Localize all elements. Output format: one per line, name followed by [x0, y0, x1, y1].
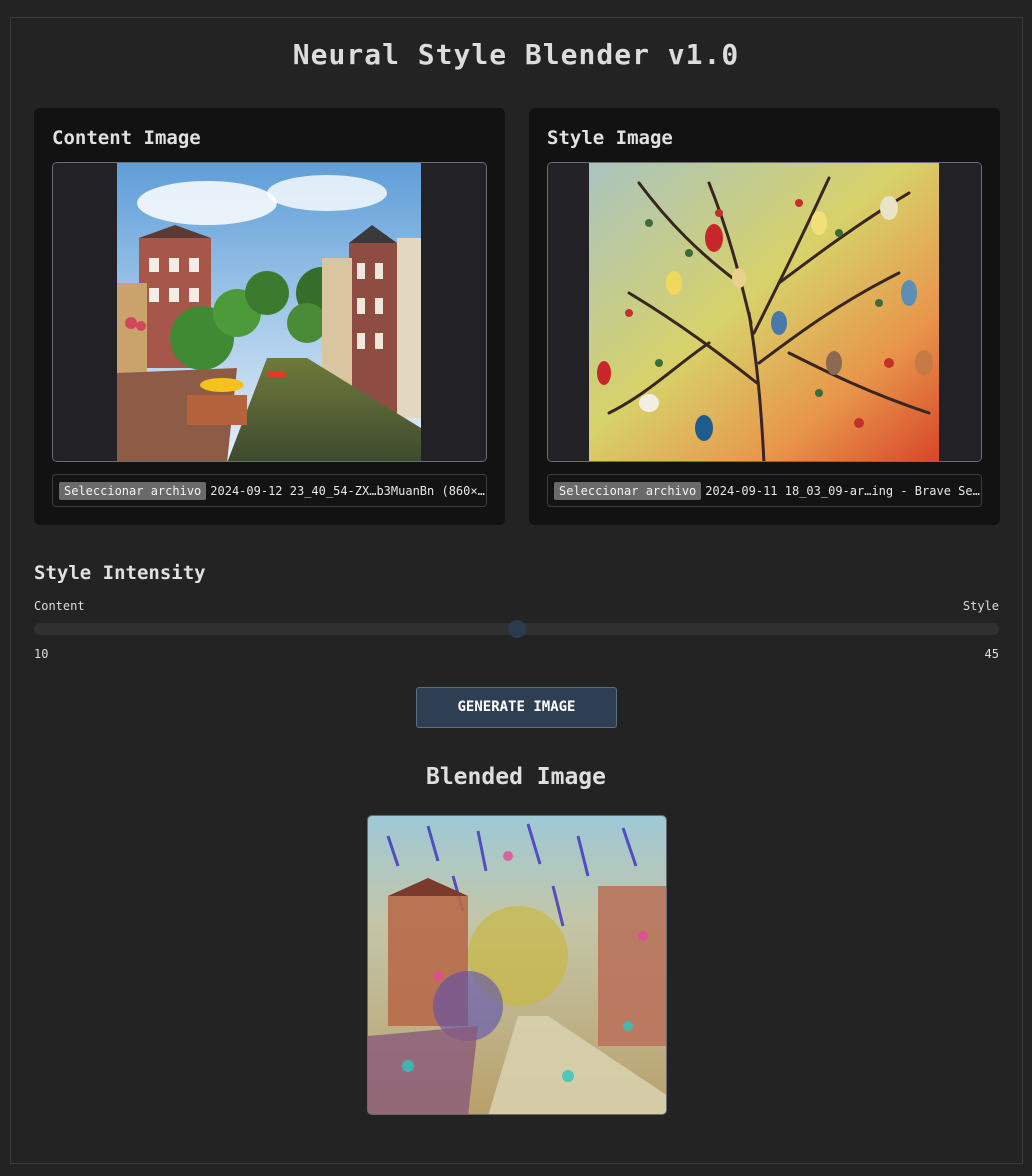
slider-left-value: 10: [34, 647, 49, 661]
slider-left-label: Content: [34, 599, 85, 613]
canal-photo-image: [53, 163, 486, 461]
style-file-input[interactable]: Seleccionar archivo 2024-09-11 18_03_09-…: [547, 474, 982, 507]
slider-right-label: Style: [962, 599, 999, 613]
content-file-select-button[interactable]: Seleccionar archivo: [59, 481, 207, 500]
content-file-name: 2024-09-12 23_40_54-ZX…b3MuanBn (860×573…: [210, 483, 486, 498]
content-panel-title: Content Image: [52, 127, 201, 149]
content-file-input[interactable]: Seleccionar archivo 2024-09-12 23_40_54-…: [52, 474, 487, 507]
slider-right-value: 45: [984, 647, 999, 661]
app-title: Neural Style Blender v1.0: [292, 38, 740, 71]
birds-tree-painting-image: [548, 163, 981, 461]
style-image-preview: [547, 162, 982, 462]
content-image-preview: [52, 162, 487, 462]
blended-painting-image: [368, 816, 666, 1114]
content-panel: Content Image Seleccionar archivo 2024-0…: [34, 108, 505, 525]
generate-image-button[interactable]: GENERATE IMAGE: [416, 687, 617, 728]
style-panel: Style Image Seleccionar archivo 2024-09-…: [529, 108, 1000, 525]
blended-image-title: Blended Image: [425, 764, 606, 790]
slider-thumb[interactable]: [507, 620, 526, 638]
style-file-select-button[interactable]: Seleccionar archivo: [554, 481, 702, 500]
style-file-name: 2024-09-11 18_03_09-ar…ing - Brave Searc…: [705, 483, 981, 498]
blended-image-preview: [367, 815, 667, 1115]
style-intensity-title: Style Intensity: [34, 562, 206, 584]
style-panel-title: Style Image: [547, 127, 673, 149]
